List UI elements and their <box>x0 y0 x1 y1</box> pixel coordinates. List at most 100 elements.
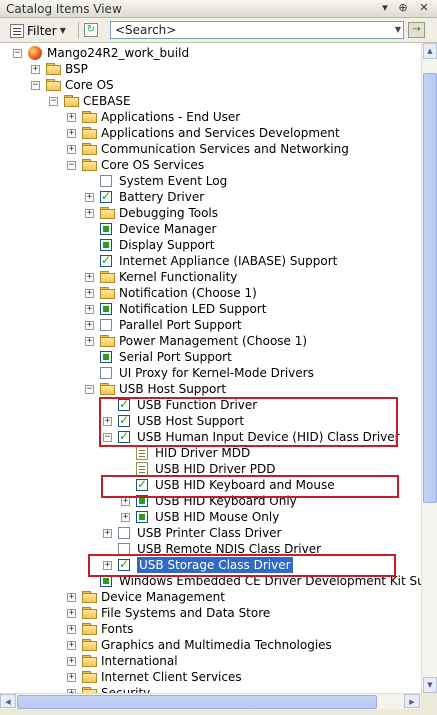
horizontal-scroll-thumb[interactable] <box>17 695 377 709</box>
tree-item[interactable]: Device Manager <box>0 221 421 237</box>
expand-icon[interactable]: + <box>67 593 76 602</box>
scroll-left-icon[interactable]: ◀ <box>0 694 16 708</box>
tree-item[interactable]: + USB HID Mouse Only <box>0 509 421 525</box>
checkbox-unchecked[interactable] <box>100 175 112 187</box>
tree-item[interactable]: + Notification LED Support <box>0 301 421 317</box>
checkbox-checked[interactable] <box>136 477 148 491</box>
checkbox-unchecked[interactable] <box>118 543 130 555</box>
expand-icon[interactable]: + <box>85 273 94 282</box>
tree-item[interactable]: System Event Log <box>0 173 421 189</box>
checkbox-partial[interactable] <box>100 351 112 363</box>
tree-item[interactable]: + Applications - End User <box>0 109 421 125</box>
tree-item[interactable]: HID Driver MDD <box>0 445 421 461</box>
tree-item[interactable]: USB HID Driver PDD <box>0 461 421 477</box>
close-icon[interactable]: ✕ <box>418 2 430 14</box>
checkbox-partial[interactable] <box>136 511 148 523</box>
checkbox-partial[interactable] <box>100 223 112 235</box>
scroll-up-icon[interactable]: ▲ <box>423 43 437 59</box>
checkbox-unchecked[interactable] <box>100 367 112 379</box>
tree-item[interactable]: + USB Storage Class Driver <box>0 557 421 573</box>
tree-item[interactable]: + International <box>0 653 421 669</box>
expand-icon[interactable]: + <box>67 657 76 666</box>
tree-item[interactable]: Display Support <box>0 237 421 253</box>
tree-item[interactable]: − USB Human Input Device (HID) Class Driv… <box>0 429 421 445</box>
expand-icon[interactable]: + <box>85 289 94 298</box>
expand-icon[interactable]: + <box>103 529 112 538</box>
checkbox-partial[interactable] <box>100 575 112 587</box>
tree-item[interactable]: + Battery Driver <box>0 189 421 205</box>
expand-icon[interactable]: + <box>67 145 76 154</box>
collapse-icon[interactable]: − <box>67 161 76 170</box>
expand-icon[interactable]: + <box>121 497 130 506</box>
tree-item[interactable]: + Internet Client Services <box>0 669 421 685</box>
expand-icon[interactable]: + <box>67 625 76 634</box>
expand-icon[interactable]: + <box>121 513 130 522</box>
auto-hide-icon[interactable]: ⊕ <box>397 2 409 14</box>
checkbox-checked[interactable] <box>118 557 130 571</box>
tree-item[interactable]: − USB Host Support <box>0 381 421 397</box>
catalog-tree[interactable]: − Mango24R2_work_build + BSP − Core OS − CEBASE… <box>0 43 421 693</box>
tree-item[interactable]: + Security <box>0 685 421 693</box>
vertical-scroll-thumb[interactable] <box>423 73 437 503</box>
checkbox-unchecked[interactable] <box>100 319 112 331</box>
tree-item[interactable]: Windows Embedded CE Driver Development K… <box>0 573 421 589</box>
tree-item[interactable]: USB HID Keyboard and Mouse <box>0 477 421 493</box>
tree-item[interactable]: − Mango24R2_work_build <box>0 45 421 61</box>
checkbox-checked[interactable] <box>100 253 112 267</box>
tree-item[interactable]: Serial Port Support <box>0 349 421 365</box>
filter-button[interactable]: Filter ▼ <box>10 21 66 40</box>
tree-item[interactable]: + Notification (Choose 1) <box>0 285 421 301</box>
collapse-icon[interactable]: − <box>13 49 22 58</box>
collapse-icon[interactable]: − <box>85 385 94 394</box>
checkbox-partial[interactable] <box>136 495 148 507</box>
horizontal-scrollbar[interactable]: ◀ ▶ <box>0 693 421 709</box>
tree-item[interactable]: + Debugging Tools <box>0 205 421 221</box>
window-position-icon[interactable]: ▾ <box>379 2 391 14</box>
refresh-icon[interactable]: ↻ <box>84 23 98 37</box>
tree-item[interactable]: − Core OS <box>0 77 421 93</box>
collapse-icon[interactable]: − <box>103 433 112 442</box>
tree-item[interactable]: − Core OS Services <box>0 157 421 173</box>
expand-icon[interactable]: + <box>85 193 94 202</box>
checkbox-unchecked[interactable] <box>118 527 130 539</box>
tree-item[interactable]: + Applications and Services Development <box>0 125 421 141</box>
tree-item[interactable]: + Device Management <box>0 589 421 605</box>
checkbox-checked[interactable] <box>100 189 112 203</box>
tree-item[interactable]: − CEBASE <box>0 93 421 109</box>
tree-item[interactable]: + Graphics and Multimedia Technologies <box>0 637 421 653</box>
tree-item[interactable]: + File Systems and Data Store <box>0 605 421 621</box>
expand-icon[interactable]: + <box>67 641 76 650</box>
checkbox-partial[interactable] <box>100 239 112 251</box>
search-go-button[interactable]: → <box>408 22 425 38</box>
tree-item[interactable]: + BSP <box>0 61 421 77</box>
expand-icon[interactable]: + <box>67 609 76 618</box>
expand-icon[interactable]: + <box>85 337 94 346</box>
tree-item[interactable]: + USB HID Keyboard Only <box>0 493 421 509</box>
collapse-icon[interactable]: − <box>49 97 58 106</box>
expand-icon[interactable]: + <box>67 113 76 122</box>
tree-item[interactable]: + Communication Services and Networking <box>0 141 421 157</box>
checkbox-partial[interactable] <box>100 303 112 315</box>
checkbox-checked[interactable] <box>118 397 130 411</box>
collapse-icon[interactable]: − <box>31 81 40 90</box>
tree-item[interactable]: UI Proxy for Kernel-Mode Drivers <box>0 365 421 381</box>
tree-item[interactable]: + Fonts <box>0 621 421 637</box>
checkbox-checked[interactable] <box>118 429 130 443</box>
scroll-down-icon[interactable]: ▼ <box>423 677 437 693</box>
expand-icon[interactable]: + <box>67 673 76 682</box>
scroll-right-icon[interactable]: ▶ <box>404 694 420 708</box>
search-dropdown-icon[interactable]: ▼ <box>393 22 403 38</box>
tree-item[interactable]: + Kernel Functionality <box>0 269 421 285</box>
expand-icon[interactable]: + <box>85 305 94 314</box>
tree-item[interactable]: + Parallel Port Support <box>0 317 421 333</box>
tree-item[interactable]: + USB Printer Class Driver <box>0 525 421 541</box>
tree-item[interactable]: + USB Host Support <box>0 413 421 429</box>
expand-icon[interactable]: + <box>67 129 76 138</box>
tree-item[interactable]: USB Function Driver <box>0 397 421 413</box>
expand-icon[interactable]: + <box>103 417 112 426</box>
search-input[interactable]: <Search> <box>110 21 404 39</box>
tree-item[interactable]: USB Remote NDIS Class Driver <box>0 541 421 557</box>
expand-icon[interactable]: + <box>85 321 94 330</box>
expand-icon[interactable]: + <box>31 65 40 74</box>
tree-item[interactable]: Internet Appliance (IABASE) Support <box>0 253 421 269</box>
